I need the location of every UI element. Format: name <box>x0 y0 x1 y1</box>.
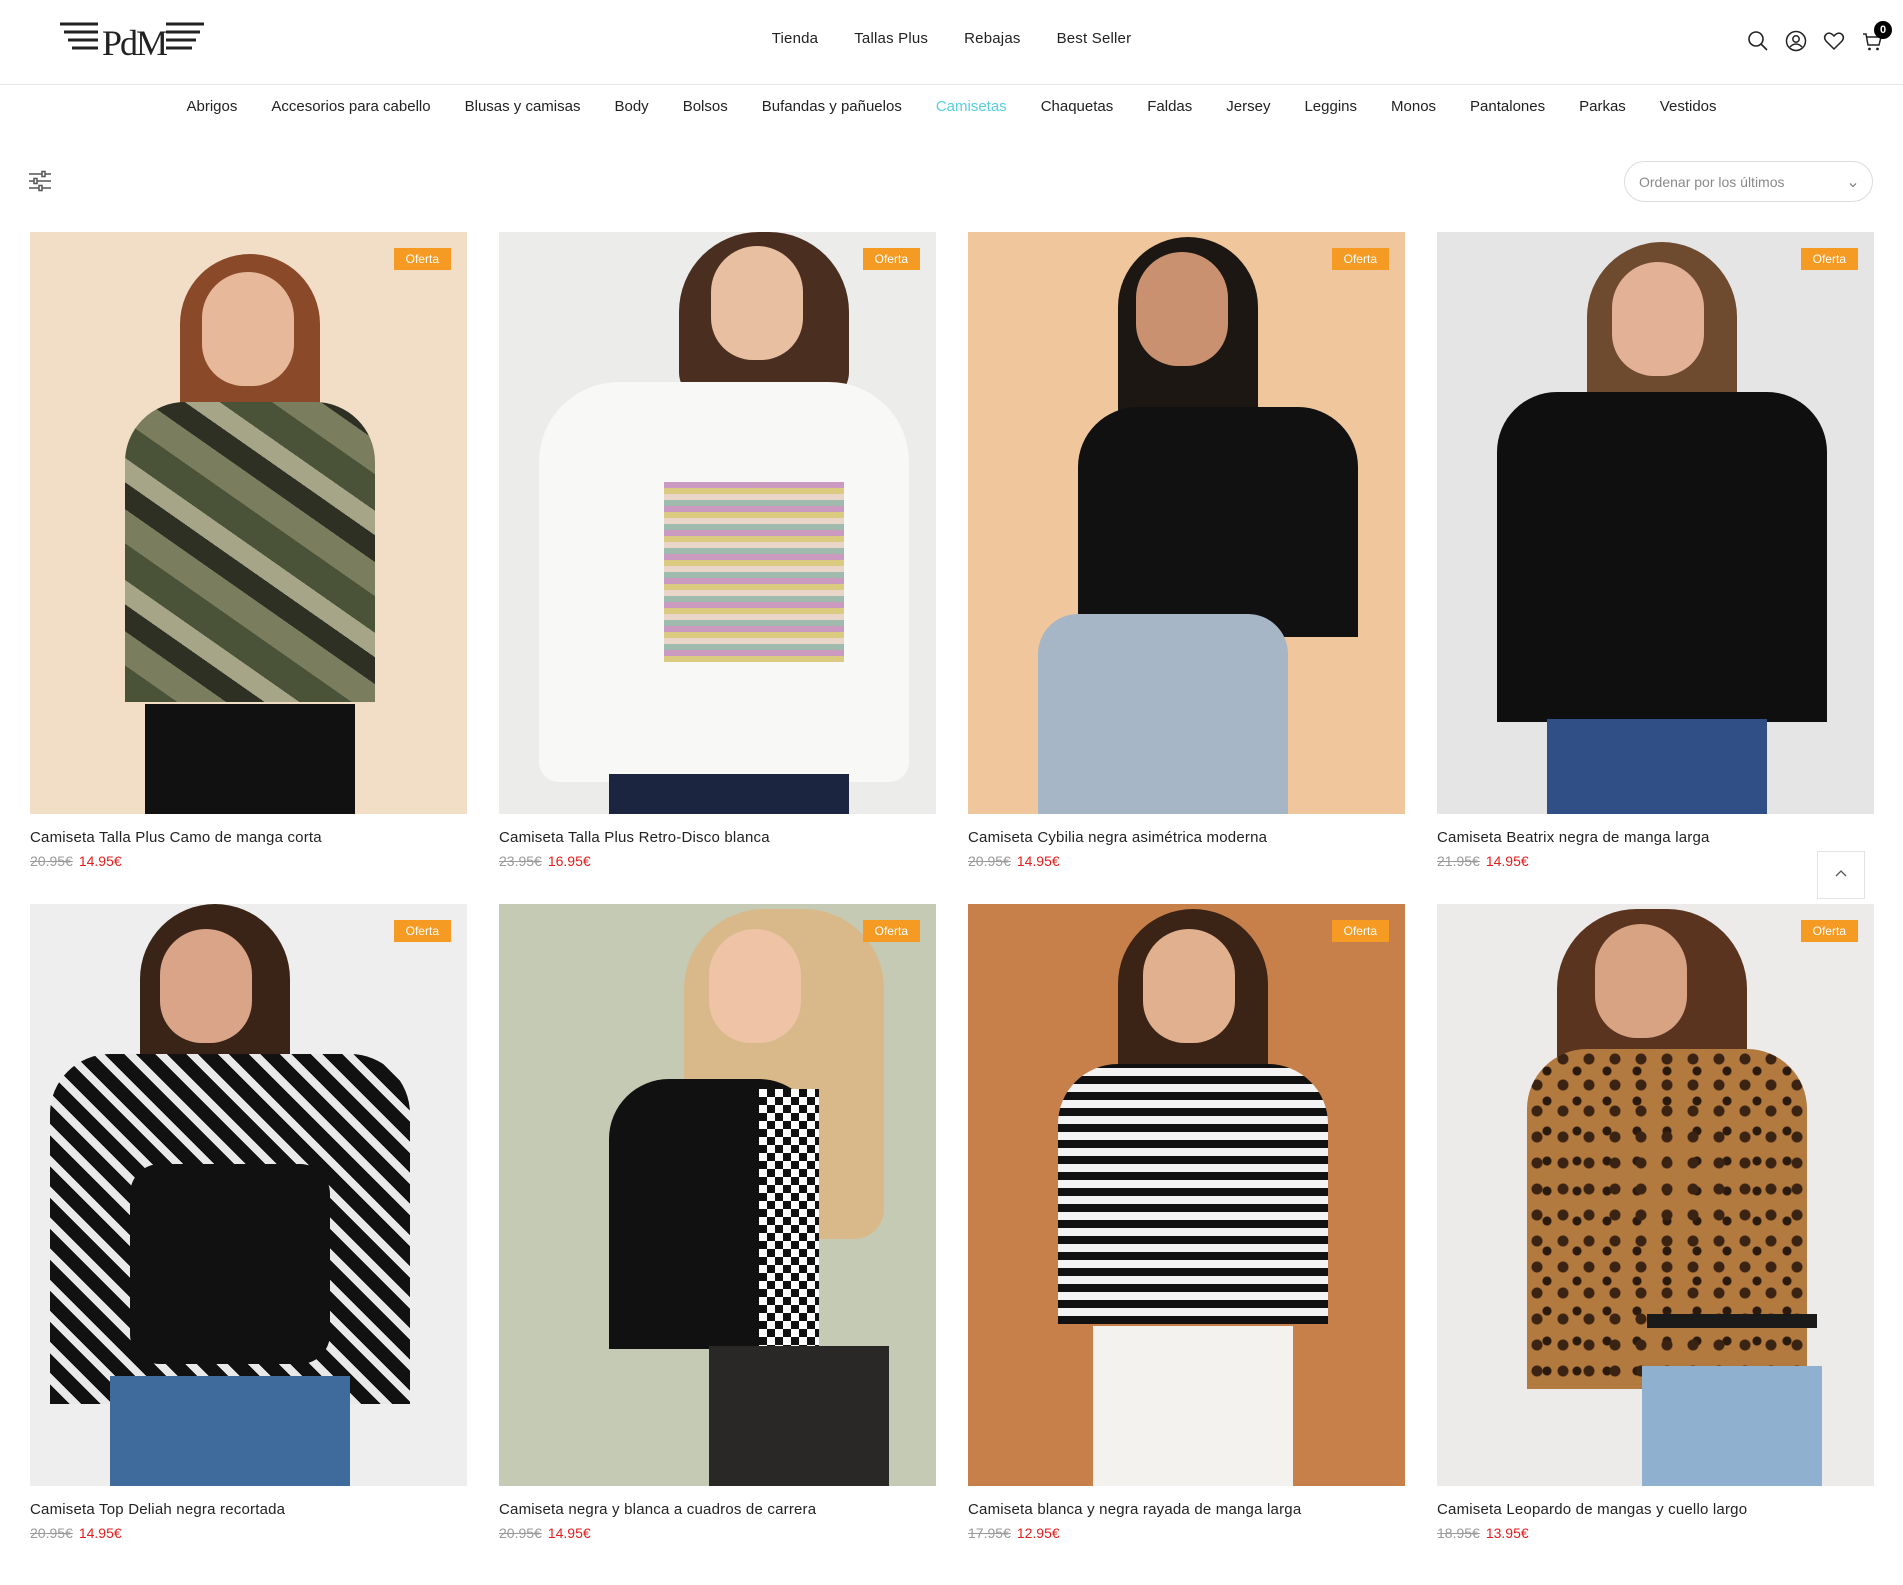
cart-icon[interactable]: 0 <box>1861 21 1892 52</box>
category-camisetas[interactable]: Camisetas <box>936 98 1007 115</box>
offer-badge: Oferta <box>1800 920 1858 942</box>
product-card[interactable]: Oferta Camiseta blanca y negra rayada de… <box>968 904 1405 1547</box>
nav-rebajas[interactable]: Rebajas <box>964 30 1020 47</box>
offer-badge: Oferta <box>862 920 920 942</box>
old-price: 20.95€ <box>968 853 1011 869</box>
product-image[interactable]: Oferta <box>499 904 936 1486</box>
sort-label: Ordenar por los últimos <box>1639 173 1785 190</box>
product-price: 18.95€ 13.95€ <box>1437 1525 1529 1541</box>
offer-badge: Oferta <box>1331 248 1389 270</box>
product-name[interactable]: Camiseta blanca y negra rayada de manga … <box>968 1501 1301 1518</box>
product-name[interactable]: Camiseta Leopardo de mangas y cuello lar… <box>1437 1501 1747 1518</box>
product-card[interactable]: Oferta Camiseta Talla Plus Camo de manga… <box>30 232 467 875</box>
chevron-up-icon <box>1834 866 1848 884</box>
product-price: 17.95€ 12.95€ <box>968 1525 1060 1541</box>
heart-icon[interactable] <box>1823 30 1845 52</box>
product-name[interactable]: Camiseta Beatrix negra de manga larga <box>1437 829 1710 846</box>
category-chaquetas[interactable]: Chaquetas <box>1041 98 1114 115</box>
product-card[interactable]: Oferta Camiseta negra y blanca a cuadros… <box>499 904 936 1547</box>
sort-dropdown[interactable]: Ordenar por los últimos <box>1624 161 1873 202</box>
product-name[interactable]: Camiseta Talla Plus Camo de manga corta <box>30 829 322 846</box>
product-price: 20.95€ 14.95€ <box>968 853 1060 869</box>
sale-price: 14.95€ <box>1016 853 1060 869</box>
old-price: 20.95€ <box>30 1525 73 1541</box>
product-image[interactable]: Oferta <box>30 904 467 1486</box>
product-price: 20.95€ 14.95€ <box>30 1525 122 1541</box>
category-vestidos[interactable]: Vestidos <box>1660 98 1717 115</box>
product-card[interactable]: Oferta Camiseta Beatrix negra de manga l… <box>1437 232 1874 875</box>
offer-badge: Oferta <box>1331 920 1389 942</box>
sale-price: 13.95€ <box>1485 1525 1529 1541</box>
product-card[interactable]: Oferta Camiseta Cybilia negra asimétrica… <box>968 232 1405 875</box>
category-leggins[interactable]: Leggins <box>1304 98 1357 115</box>
sale-price: 14.95€ <box>78 853 122 869</box>
old-price: 20.95€ <box>30 853 73 869</box>
nav-best-seller[interactable]: Best Seller <box>1057 30 1132 47</box>
product-image[interactable]: Oferta <box>30 232 467 814</box>
product-image[interactable]: Oferta <box>968 904 1405 1486</box>
old-price: 21.95€ <box>1437 853 1480 869</box>
product-price: 20.95€ 14.95€ <box>30 853 122 869</box>
sale-price: 16.95€ <box>547 853 591 869</box>
header-actions: 0 <box>1747 21 1892 52</box>
product-card[interactable]: Oferta Camiseta Talla Plus Retro-Disco b… <box>499 232 936 875</box>
category-bolsos[interactable]: Bolsos <box>683 98 728 115</box>
filter-icon[interactable] <box>28 170 52 192</box>
main-nav: Tienda Tallas Plus Rebajas Best Seller <box>0 30 1903 47</box>
category-body[interactable]: Body <box>614 98 648 115</box>
chevron-down-icon <box>1848 177 1858 187</box>
sale-price: 14.95€ <box>1485 853 1529 869</box>
product-price: 21.95€ 14.95€ <box>1437 853 1529 869</box>
category-faldas[interactable]: Faldas <box>1147 98 1192 115</box>
sale-price: 14.95€ <box>547 1525 591 1541</box>
product-name[interactable]: Camiseta Cybilia negra asimétrica modern… <box>968 829 1267 846</box>
product-image[interactable]: Oferta <box>1437 232 1874 814</box>
offer-badge: Oferta <box>393 920 451 942</box>
category-monos[interactable]: Monos <box>1391 98 1436 115</box>
sale-price: 14.95€ <box>78 1525 122 1541</box>
product-name[interactable]: Camiseta negra y blanca a cuadros de car… <box>499 1501 816 1518</box>
product-price: 20.95€ 14.95€ <box>499 1525 591 1541</box>
category-accesorios-para-cabello[interactable]: Accesorios para cabello <box>271 98 430 115</box>
cart-count-badge: 0 <box>1874 21 1892 39</box>
offer-badge: Oferta <box>393 248 451 270</box>
user-icon[interactable] <box>1785 30 1807 52</box>
category-pantalones[interactable]: Pantalones <box>1470 98 1545 115</box>
nav-tallas-plus[interactable]: Tallas Plus <box>854 30 928 47</box>
old-price: 20.95€ <box>499 1525 542 1541</box>
search-icon[interactable] <box>1747 30 1769 52</box>
product-card[interactable]: Oferta Camiseta Top Deliah negra recorta… <box>30 904 467 1547</box>
old-price: 23.95€ <box>499 853 542 869</box>
site-header: PdM Tienda Tallas Plus Rebajas Best Sell… <box>0 0 1903 85</box>
category-nav: Abrigos Accesorios para cabello Blusas y… <box>0 98 1903 115</box>
product-grid: Oferta Camiseta Talla Plus Camo de manga… <box>30 232 1874 1547</box>
scroll-to-top-button[interactable] <box>1817 851 1865 899</box>
category-bufandas-y-panuelos[interactable]: Bufandas y pañuelos <box>762 98 902 115</box>
old-price: 17.95€ <box>968 1525 1011 1541</box>
product-image[interactable]: Oferta <box>968 232 1405 814</box>
nav-tienda[interactable]: Tienda <box>772 30 819 47</box>
category-jersey[interactable]: Jersey <box>1226 98 1270 115</box>
category-blusas-y-camisas[interactable]: Blusas y camisas <box>465 98 581 115</box>
product-price: 23.95€ 16.95€ <box>499 853 591 869</box>
product-image[interactable]: Oferta <box>499 232 936 814</box>
category-parkas[interactable]: Parkas <box>1579 98 1626 115</box>
old-price: 18.95€ <box>1437 1525 1480 1541</box>
sale-price: 12.95€ <box>1016 1525 1060 1541</box>
product-image[interactable]: Oferta <box>1437 904 1874 1486</box>
offer-badge: Oferta <box>1800 248 1858 270</box>
category-abrigos[interactable]: Abrigos <box>186 98 237 115</box>
product-name[interactable]: Camiseta Top Deliah negra recortada <box>30 1501 285 1518</box>
product-name[interactable]: Camiseta Talla Plus Retro-Disco blanca <box>499 829 770 846</box>
product-card[interactable]: Oferta Camiseta Leopardo de mangas y cue… <box>1437 904 1874 1547</box>
offer-badge: Oferta <box>862 248 920 270</box>
